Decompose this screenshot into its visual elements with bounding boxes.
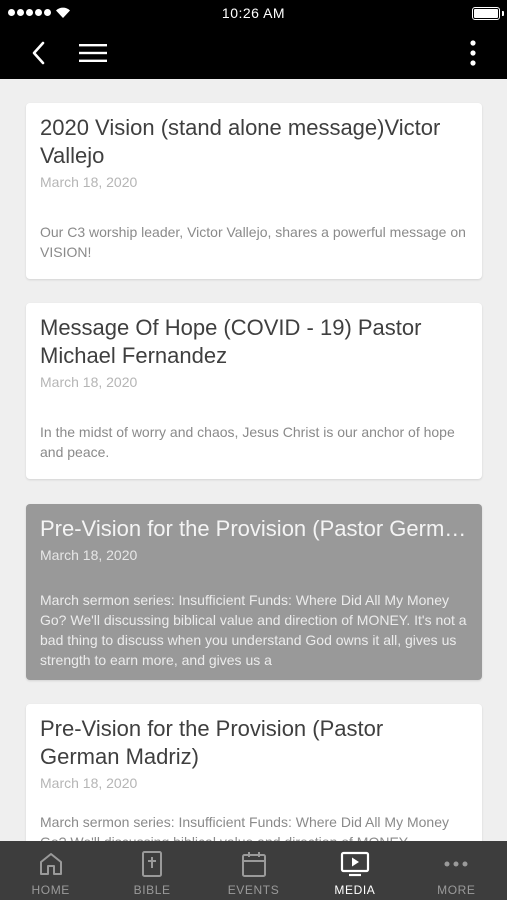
card-title: Message Of Hope (COVID - 19) Pastor Mich… <box>40 315 422 368</box>
card-description: Our C3 worship leader, Victor Vallejo, s… <box>40 224 466 260</box>
media-icon <box>340 851 370 877</box>
back-button[interactable] <box>22 26 56 79</box>
hamburger-menu-icon <box>79 43 107 62</box>
battery-icon <box>472 7 504 20</box>
tab-home[interactable]: HOME <box>0 841 101 900</box>
status-bar: 10:26 AM <box>0 0 507 26</box>
tab-bible[interactable]: BIBLE <box>101 841 202 900</box>
tab-events[interactable]: EVENTS <box>203 841 304 900</box>
card-date: March 18, 2020 <box>40 775 138 791</box>
card-description: March sermon series: Insufficient Funds:… <box>40 592 467 668</box>
card-description: In the midst of worry and chaos, Jesus C… <box>40 424 455 460</box>
tab-bible-label: BIBLE <box>133 883 171 897</box>
tab-home-label: HOME <box>31 883 70 897</box>
card-date: March 18, 2020 <box>40 374 138 390</box>
calendar-icon <box>241 852 266 877</box>
card-title: 2020 Vision (stand alone message)Victor … <box>40 115 441 168</box>
nav-bar <box>0 26 507 79</box>
tab-more-label: MORE <box>437 883 476 897</box>
home-icon <box>39 853 62 875</box>
tab-events-label: EVENTS <box>227 883 280 897</box>
more-dots-icon <box>444 861 468 867</box>
media-card-selected[interactable]: Pre-Vision for the Provision (Pastor Ger… <box>26 504 482 680</box>
tab-more[interactable]: MORE <box>406 841 507 900</box>
overflow-menu-button[interactable] <box>461 26 485 79</box>
card-date: March 18, 2020 <box>40 547 138 563</box>
chevron-left-icon <box>32 41 45 64</box>
status-time: 10:26 AM <box>221 5 286 21</box>
card-title: Pre-Vision for the Provision (Pastor Ger… <box>40 716 384 769</box>
card-date: March 18, 2020 <box>40 174 138 190</box>
media-list[interactable]: 2020 Vision (stand alone message)Victor … <box>0 79 507 841</box>
vertical-dots-icon <box>470 39 476 66</box>
menu-button[interactable] <box>74 26 112 79</box>
tab-media-label: MEDIA <box>334 883 376 897</box>
tab-media[interactable]: MEDIA <box>304 841 405 900</box>
bible-icon <box>142 851 163 877</box>
media-card[interactable]: Message Of Hope (COVID - 19) Pastor Mich… <box>26 303 482 479</box>
media-card[interactable]: Pre-Vision for the Provision (Pastor Ger… <box>26 704 482 841</box>
tab-bar: HOME BIBLE EVENTS MEDIA MORE <box>0 841 507 900</box>
card-description: March sermon series: Insufficient Funds:… <box>40 814 450 841</box>
card-title: Pre-Vision for the Provision (Pastor Ger… <box>40 516 468 541</box>
media-card[interactable]: 2020 Vision (stand alone message)Victor … <box>26 103 482 279</box>
